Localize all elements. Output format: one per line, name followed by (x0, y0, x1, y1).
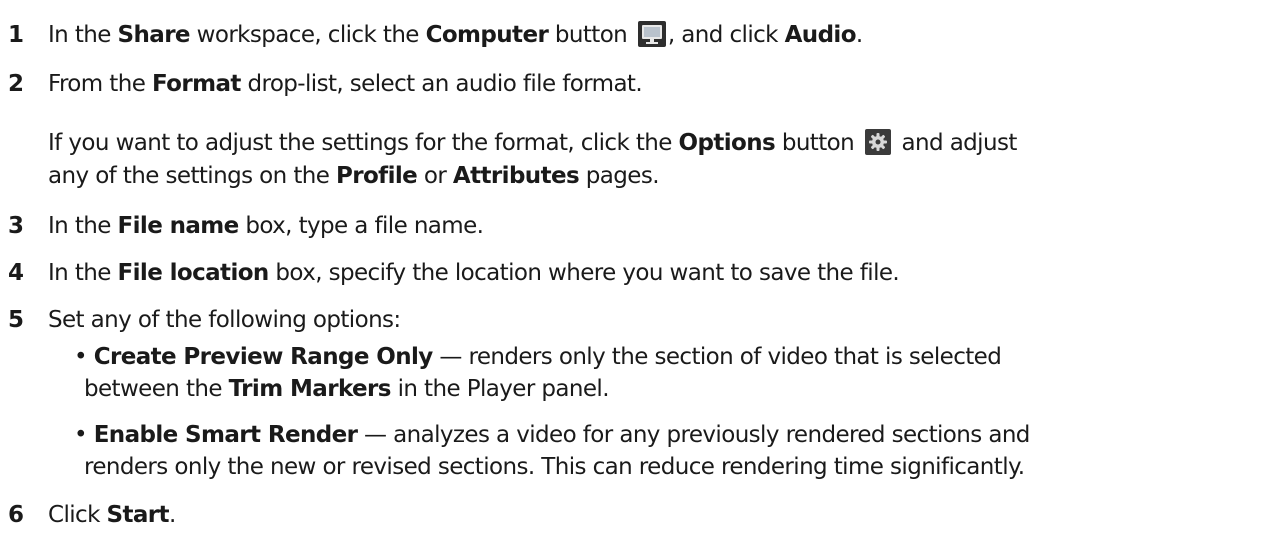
bold-term: Attributes (452, 163, 580, 189)
step-number: 4 (8, 260, 24, 286)
step-text: Set any of the following options: (48, 307, 401, 333)
bullet-text: renders only the new or revised sections… (84, 454, 1025, 480)
bullet-marker: • (74, 344, 88, 370)
bullet-text: • Enable Smart Render — analyzes a video… (74, 420, 1030, 450)
step-text: In the File location box, specify the lo… (48, 258, 900, 288)
step-number: 6 (8, 502, 24, 528)
bold-term: Computer (425, 22, 549, 48)
step-text: From the Format drop-list, select an aud… (48, 69, 643, 99)
bullet-text: between the Trim Markers in the Player p… (84, 374, 610, 404)
text-run: between the (84, 376, 229, 402)
bold-term: Share (117, 22, 191, 48)
text-run: box, specify the location where you want… (268, 260, 900, 286)
text-run: Click (48, 502, 107, 528)
step-text: In the File name box, type a file name. (48, 211, 484, 241)
bold-term: Options (678, 130, 776, 156)
computer-icon (637, 20, 666, 47)
bold-term: Profile (335, 163, 418, 189)
text-run: button (775, 130, 861, 156)
bold-term: Create Preview Range Only (93, 344, 434, 370)
text-run: In the (48, 22, 118, 48)
text-run: , and click (667, 22, 785, 48)
text-run: — analyzes a video for any previously re… (357, 422, 1030, 448)
text-run: or (417, 163, 453, 189)
text-run: workspace, click the (189, 22, 426, 48)
step-number: 3 (8, 213, 24, 239)
bold-term: Start (106, 502, 170, 528)
step-text: In the Share workspace, click the Comput… (48, 20, 863, 50)
bold-term: File location (117, 260, 270, 286)
bold-term: File name (117, 213, 240, 239)
text-run: In the (48, 260, 118, 286)
step-number: 2 (8, 71, 24, 97)
bold-term: Audio (784, 22, 857, 48)
step-number: 5 (8, 307, 24, 333)
instructions-document: 1 In the Share workspace, click the Comp… (0, 0, 1261, 548)
bold-term: Format (151, 71, 241, 97)
text-run: in the Player panel. (390, 376, 610, 402)
note-text: any of the settings on the Profile or At… (48, 161, 660, 191)
bullet-marker: • (74, 422, 88, 448)
text-run: . (168, 502, 176, 528)
text-run: box, type a file name. (238, 213, 484, 239)
bold-term: Enable Smart Render (93, 422, 358, 448)
text-run: pages. (579, 163, 660, 189)
text-run: In the (48, 213, 118, 239)
text-run: and adjust (894, 130, 1018, 156)
text-run: From the (48, 71, 152, 97)
text-run: . (855, 22, 863, 48)
bullet-text: • Create Preview Range Only — renders on… (74, 342, 1002, 372)
text-run: — renders only the section of video that… (432, 344, 1002, 370)
text-run: button (548, 22, 634, 48)
text-run: If you want to adjust the settings for t… (48, 130, 679, 156)
gear-icon (864, 128, 891, 155)
bold-term: Trim Markers (228, 376, 392, 402)
step-number: 1 (8, 22, 24, 48)
step-text: Click Start. (48, 500, 176, 530)
note-text: If you want to adjust the settings for t… (48, 128, 1017, 158)
text-run: any of the settings on the (48, 163, 336, 189)
text-run: drop-list, select an audio file format. (240, 71, 643, 97)
